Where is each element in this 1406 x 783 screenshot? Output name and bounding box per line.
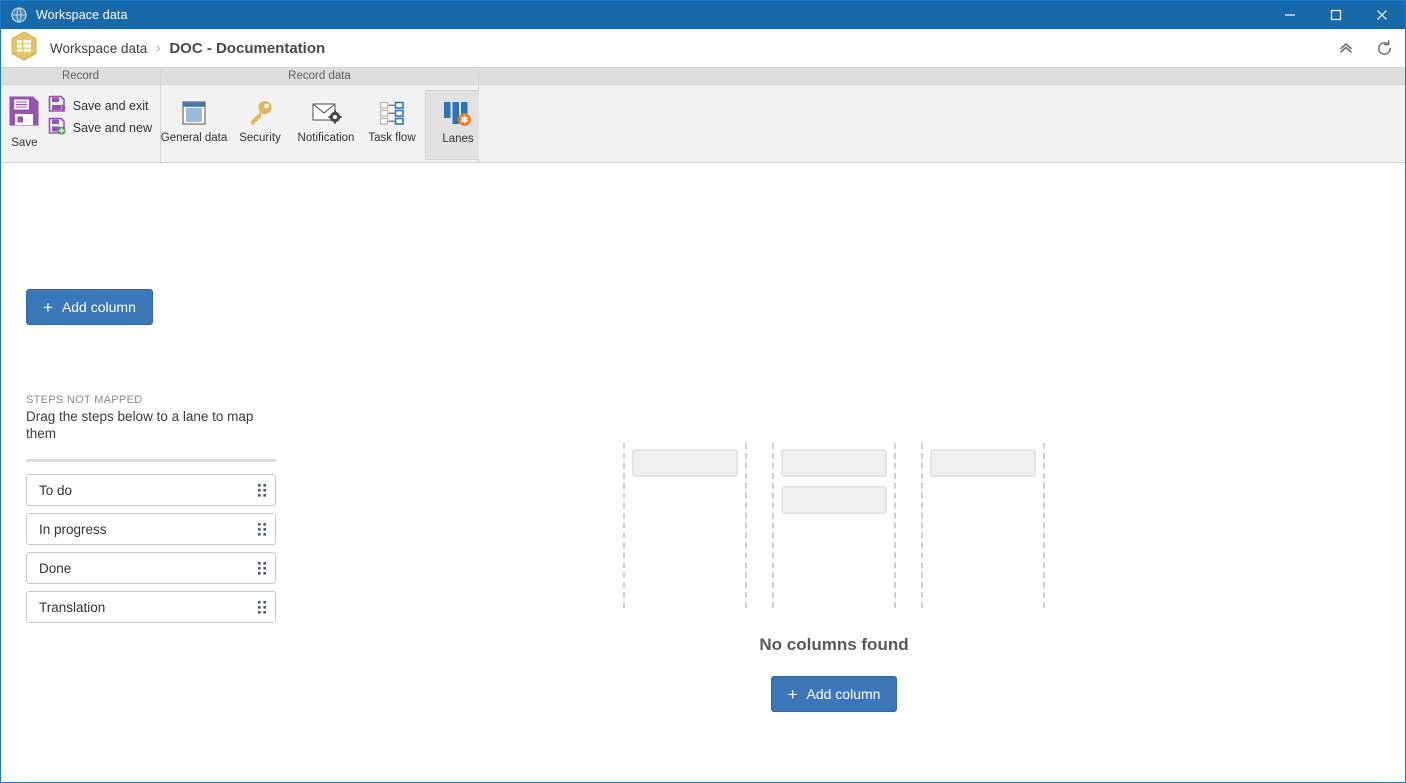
steps-panel-divider — [26, 459, 276, 462]
empty-state-title: No columns found — [759, 635, 909, 654]
key-icon — [245, 96, 275, 130]
close-icon[interactable] — [1359, 1, 1405, 29]
application-window: Workspace data Workspace data › DOC - Do… — [0, 0, 1406, 783]
step-item-to-do[interactable]: To do — [26, 474, 276, 506]
step-item-label: Translation — [39, 599, 106, 615]
save-button-label: Save — [11, 137, 38, 149]
save-secondary-actions: Save and exit Save and new — [48, 90, 160, 139]
window-title: Workspace data — [36, 8, 128, 22]
save-and-new-label: Save and new — [72, 121, 152, 135]
step-item-label: To do — [39, 482, 73, 498]
ribbon-item-notification-label: Notification — [297, 132, 355, 144]
empty-state: No columns found + Add column — [623, 443, 1045, 712]
ghost-card — [781, 449, 887, 477]
save-and-new-icon — [48, 117, 66, 140]
ghost-card — [930, 449, 1036, 477]
add-column-button-top[interactable]: + Add column — [26, 289, 153, 325]
ribbon-item-security[interactable]: Security — [227, 90, 293, 160]
ribbon-group-empty — [479, 68, 1405, 162]
ribbon-toolbar: Record Save Save and exit Save and new R… — [1, 67, 1405, 163]
ribbon-item-task-flow-label: Task flow — [368, 132, 416, 144]
ribbon-group-record-data-label: Record data — [161, 68, 478, 85]
plus-icon: + — [43, 297, 53, 317]
ghost-columns — [623, 443, 1045, 608]
breadcrumb-bar: Workspace data › DOC - Documentation — [1, 29, 1405, 67]
steps-panel-caption: STEPS NOT MAPPED — [26, 394, 143, 406]
save-and-new-button[interactable]: Save and new — [48, 117, 160, 139]
ghost-column — [772, 443, 896, 608]
globe-icon — [11, 7, 27, 23]
ribbon-group-record: Record Save Save and exit Save and new — [1, 68, 161, 162]
refresh-icon[interactable] — [1367, 33, 1401, 63]
task-flow-icon — [377, 96, 407, 130]
ghost-column — [921, 443, 1045, 608]
save-and-exit-label: Save and exit — [72, 99, 149, 113]
step-item-in-progress[interactable]: In progress — [26, 513, 276, 545]
step-item-done[interactable]: Done — [26, 552, 276, 584]
workspace-hexagon-icon — [10, 30, 38, 66]
ribbon-group-empty-label — [479, 68, 1405, 85]
ribbon-item-lanes-label: Lanes — [442, 133, 474, 145]
ribbon-group-empty-body — [479, 85, 1405, 162]
step-item-label: Done — [39, 560, 72, 576]
steps-not-mapped-panel: STEPS NOT MAPPED Drag the steps below to… — [26, 394, 276, 630]
drag-handle-icon[interactable] — [249, 600, 275, 615]
save-floppy-icon — [7, 94, 41, 133]
minimize-icon[interactable] — [1267, 1, 1313, 29]
drag-handle-icon[interactable] — [249, 483, 275, 498]
drag-handle-icon[interactable] — [249, 522, 275, 537]
title-bar: Workspace data — [1, 1, 1405, 29]
empty-state-action: + Add column — [623, 676, 1045, 712]
ribbon-item-general-data[interactable]: General data — [161, 90, 227, 160]
save-button[interactable]: Save — [1, 90, 48, 149]
breadcrumb-separator-icon: › — [156, 41, 161, 55]
step-item-label: In progress — [39, 521, 107, 537]
drag-handle-icon[interactable] — [249, 561, 275, 576]
breadcrumb-root[interactable]: Workspace data — [50, 41, 147, 56]
ribbon-item-notification[interactable]: Notification — [293, 90, 359, 160]
ribbon-item-task-flow[interactable]: Task flow — [359, 90, 425, 160]
lanes-bars-icon — [442, 97, 474, 131]
document-lines-icon — [179, 96, 209, 130]
ribbon-item-general-data-label: General data — [160, 132, 228, 144]
collapse-ribbon-icon[interactable] — [1329, 33, 1363, 63]
ribbon-group-record-label: Record — [1, 68, 160, 85]
plus-icon: + — [787, 684, 798, 704]
ghost-card — [632, 449, 738, 477]
add-column-button-top-label: Add column — [61, 299, 136, 315]
save-and-exit-button[interactable]: Save and exit — [48, 95, 160, 117]
step-list: To do In progress Done Translation — [26, 474, 276, 623]
envelope-gear-icon — [310, 96, 342, 130]
ghost-column — [623, 443, 747, 608]
add-column-button-empty-state-label: Add column — [806, 686, 881, 702]
save-and-exit-icon — [48, 95, 66, 118]
step-item-translation[interactable]: Translation — [26, 591, 276, 623]
ribbon-item-security-label: Security — [239, 132, 281, 144]
ribbon-group-record-data: Record data General data Security Notifi… — [161, 68, 491, 162]
main-content: + Add column STEPS NOT MAPPED Drag the s… — [1, 163, 1405, 782]
add-column-button-empty-state[interactable]: + Add column — [770, 676, 898, 712]
maximize-icon[interactable] — [1313, 1, 1359, 29]
page-title: DOC - Documentation — [169, 39, 326, 57]
ghost-card — [781, 486, 887, 514]
steps-panel-help-text: Drag the steps below to a lane to map th… — [26, 409, 254, 441]
